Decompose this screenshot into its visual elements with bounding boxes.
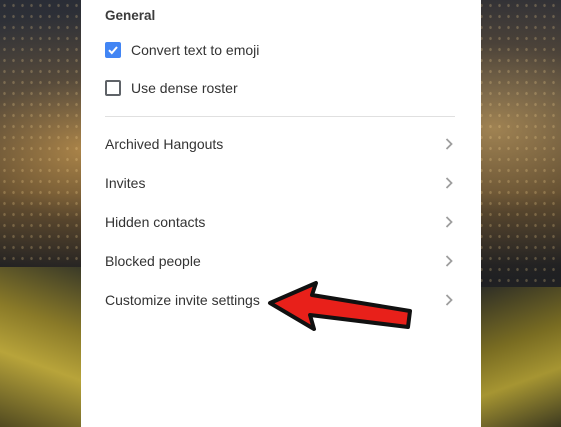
chevron-right-icon	[445, 215, 453, 228]
option-dense-roster[interactable]: Use dense roster	[105, 80, 238, 96]
chevron-right-icon	[445, 254, 453, 267]
menu-item-hidden-contacts[interactable]: Hidden contacts	[81, 202, 481, 241]
option-label: Convert text to emoji	[131, 42, 260, 58]
background-left-shape	[0, 267, 82, 427]
chevron-right-icon	[445, 176, 453, 189]
chevron-right-icon	[445, 293, 453, 306]
menu-item-blocked-people[interactable]: Blocked people	[81, 241, 481, 280]
menu-item-archived-hangouts[interactable]: Archived Hangouts	[81, 124, 481, 163]
checkbox-unchecked-icon[interactable]	[105, 80, 121, 96]
checkmark-icon	[108, 46, 118, 55]
menu-item-invites[interactable]: Invites	[81, 163, 481, 202]
option-convert-emoji[interactable]: Convert text to emoji	[105, 42, 259, 58]
option-label: Use dense roster	[131, 80, 238, 96]
settings-panel: General Convert text to emoji Use dense …	[81, 0, 481, 427]
menu-item-label: Invites	[105, 174, 146, 191]
background-right-shape	[479, 287, 561, 427]
section-title-general: General	[105, 8, 156, 23]
menu-item-label: Blocked people	[105, 252, 201, 269]
divider	[105, 116, 455, 117]
red-arrow-icon	[268, 281, 412, 331]
menu-item-label: Archived Hangouts	[105, 135, 224, 152]
menu-item-label: Customize invite settings	[105, 291, 260, 308]
checkbox-checked-icon[interactable]	[105, 42, 121, 58]
menu-item-label: Hidden contacts	[105, 213, 206, 230]
chevron-right-icon	[445, 137, 453, 150]
